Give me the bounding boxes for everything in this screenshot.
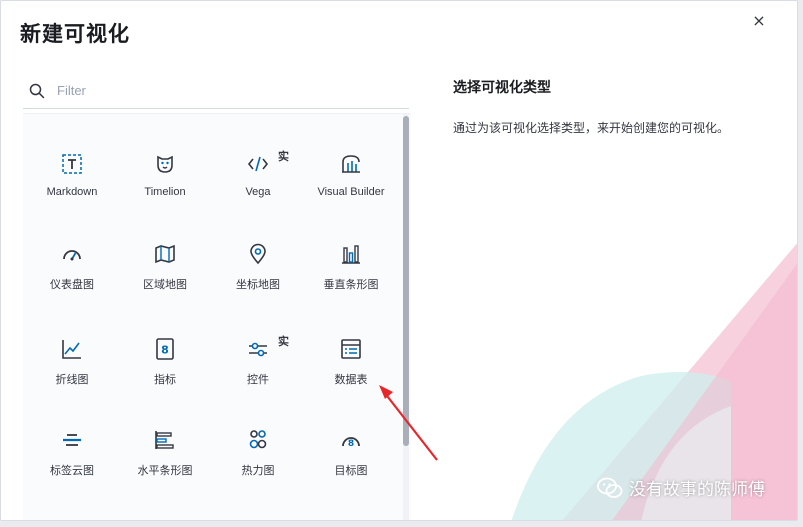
modal-title: 新建可视化 xyxy=(20,22,130,46)
type-label: 控件 xyxy=(247,374,269,386)
experimental-badge: 实 xyxy=(278,150,289,163)
watermark-text: 没有故事的陈师傅 xyxy=(629,480,765,500)
filter-search-box[interactable] xyxy=(23,73,409,109)
data-table-icon xyxy=(341,339,361,359)
type-card-metric[interactable]: 8 指标 xyxy=(118,309,212,399)
type-label: Timelion xyxy=(144,186,186,198)
map-pin-icon xyxy=(250,243,266,265)
type-label: 指标 xyxy=(154,374,176,386)
description-title: 选择可视化类型 xyxy=(453,80,551,96)
filter-input[interactable] xyxy=(57,83,377,98)
type-label: Visual Builder xyxy=(317,186,385,198)
type-card-vertical-bar[interactable]: 垂直条形图 xyxy=(304,214,398,304)
gauge-icon xyxy=(63,250,81,261)
new-visualization-modal: 新建可视化 × Markdown Timelion xyxy=(0,0,798,521)
region-map-icon xyxy=(155,244,175,264)
type-label: 数据表 xyxy=(334,374,368,386)
type-card-line-chart[interactable]: 折线图 xyxy=(25,309,119,399)
description-text: 通过为该可视化选择类型，来开始创建您的可视化。 xyxy=(453,121,730,135)
wechat-icon xyxy=(597,477,623,498)
experimental-badge: 实 xyxy=(278,335,289,348)
metric-icon: 8 xyxy=(156,338,174,360)
type-label: 区域地图 xyxy=(143,279,187,291)
type-card-timelion[interactable]: Timelion xyxy=(118,124,212,214)
type-label: 折线图 xyxy=(55,374,89,386)
type-card-markdown[interactable]: Markdown xyxy=(25,124,119,214)
type-label: Markdown xyxy=(46,186,98,198)
type-label: 坐标地图 xyxy=(236,279,280,291)
decorative-background-art xyxy=(511,243,797,520)
watermark: 没有故事的陈师傅 xyxy=(597,475,765,500)
type-card-tag-cloud[interactable]: 标签云图 xyxy=(25,400,119,490)
type-label: 垂直条形图 xyxy=(323,279,379,291)
type-label: 水平条形图 xyxy=(137,465,193,477)
type-card-vega[interactable]: Vega 实 xyxy=(211,124,305,214)
type-card-data-table[interactable]: 数据表 xyxy=(304,309,398,399)
goal-icon: 8 xyxy=(342,437,360,449)
svg-text:8: 8 xyxy=(161,344,169,357)
search-icon xyxy=(23,77,51,105)
controls-icon xyxy=(249,342,267,357)
type-label: 仪表盘图 xyxy=(50,279,94,291)
tag-cloud-icon xyxy=(63,434,81,446)
horizontal-bar-icon xyxy=(155,431,174,449)
scrollbar-thumb[interactable] xyxy=(403,116,409,446)
close-button[interactable]: × xyxy=(749,11,769,31)
vertical-bar-icon xyxy=(342,245,360,264)
type-label: Vega xyxy=(245,186,271,198)
type-card-heatmap[interactable]: 热力图 xyxy=(211,400,305,490)
type-card-controls[interactable]: 控件 实 xyxy=(211,309,305,399)
type-card-visual-builder[interactable]: Visual Builder xyxy=(304,124,398,214)
type-card-coordinate-map[interactable]: 坐标地图 xyxy=(211,214,305,304)
code-icon xyxy=(247,156,269,172)
type-label: 标签云图 xyxy=(50,465,94,477)
visualization-types-panel: Markdown Timelion Vega 实 Visual Builder … xyxy=(23,113,411,520)
type-label: 目标图 xyxy=(334,465,368,477)
type-card-gauge[interactable]: 仪表盘图 xyxy=(25,214,119,304)
visual-builder-icon xyxy=(342,155,360,173)
line-chart-icon xyxy=(62,340,81,359)
markdown-icon xyxy=(62,154,82,174)
type-card-region-map[interactable]: 区域地图 xyxy=(118,214,212,304)
type-label: 热力图 xyxy=(241,465,275,477)
svg-text:8: 8 xyxy=(348,439,354,449)
type-card-goal[interactable]: 8 目标图 xyxy=(304,400,398,490)
type-card-horizontal-bar[interactable]: 水平条形图 xyxy=(118,400,212,490)
timelion-icon xyxy=(157,155,173,173)
heatmap-icon xyxy=(249,430,267,449)
